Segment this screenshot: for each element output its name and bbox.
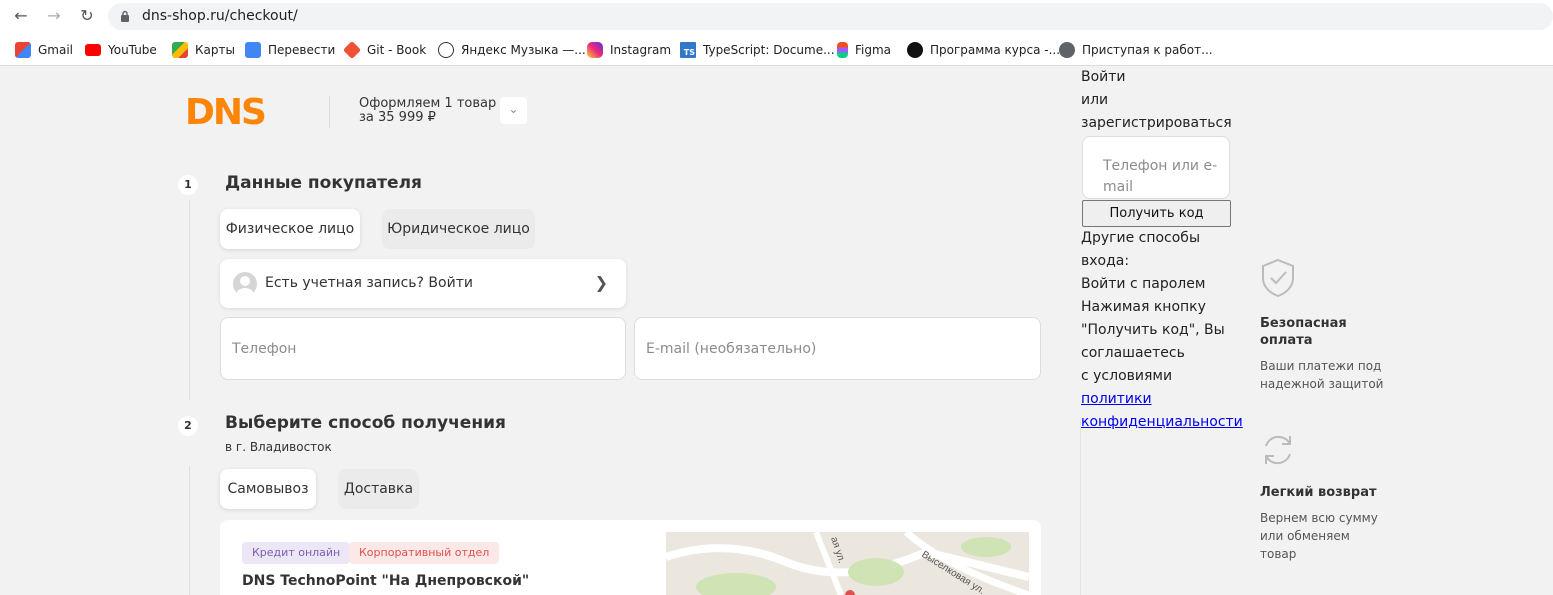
login-prompt: Есть учетная запись? Войти — [265, 275, 473, 291]
avatar — [233, 272, 257, 296]
auth-contact-input[interactable] — [1083, 137, 1229, 198]
tag-corporate: Корпоративный отдел — [349, 542, 500, 564]
email-field[interactable] — [634, 317, 1041, 380]
user-icon — [236, 276, 254, 296]
auth-login-text: Войти — [1081, 69, 1126, 85]
figma-icon — [837, 42, 848, 58]
step-number-1: 1 — [178, 175, 198, 195]
auth-or-text: или — [1081, 92, 1109, 108]
globe-icon — [1059, 42, 1075, 58]
course-icon — [907, 42, 923, 58]
chevron-down-icon: ⌄ — [508, 102, 519, 116]
email-input[interactable] — [635, 318, 1040, 379]
delivery-city: в г. Владивосток — [225, 440, 332, 454]
address-bar[interactable]: dns-shop.ru/checkout/ — [108, 3, 1553, 30]
tab-delivery[interactable]: Доставка — [338, 469, 419, 509]
gmail-icon — [15, 42, 31, 58]
bookmark-git-book[interactable]: Git - Book — [342, 40, 426, 60]
privacy-policy-link-2[interactable]: конфиденциальности — [1081, 414, 1243, 430]
auth-contact-field[interactable] — [1082, 136, 1230, 199]
bookmark-course[interactable]: Программа курса -... — [907, 41, 1060, 59]
back-icon[interactable]: ← — [11, 6, 31, 26]
consent-text-4: с условиями — [1081, 368, 1173, 384]
store-name: DNS TechnoPoint "На Днепровской" — [242, 573, 530, 589]
tab-individual[interactable]: Физическое лицо — [220, 209, 360, 249]
bookmark-figma[interactable]: Figma — [834, 41, 891, 59]
bookmark-typescript[interactable]: TS TypeScript: Docume... — [680, 41, 835, 59]
other-methods-text-2: входа: — [1081, 253, 1130, 269]
tab-legal-entity[interactable]: Юридическое лицо — [382, 209, 535, 249]
instagram-icon — [587, 42, 603, 58]
bookmark-translate[interactable]: Перевести — [245, 41, 335, 59]
order-total: за 35 999 ₽ — [359, 110, 436, 125]
store-map[interactable]: Выселковая ул. ая ул. — [666, 532, 1029, 595]
bookmark-youtube[interactable]: YouTube — [85, 41, 157, 59]
shield-check-icon — [1262, 258, 1294, 298]
bookmark-yandex-music[interactable]: Яндекс Музыка —... — [438, 41, 586, 59]
sidebar-divider — [1080, 420, 1081, 595]
feature-title-2: оплата — [1260, 333, 1313, 348]
step-number-2: 2 — [178, 416, 198, 436]
phone-input[interactable] — [221, 318, 625, 379]
youtube-icon — [85, 44, 101, 56]
feature-text: Ваши платежи под — [1260, 359, 1382, 373]
feature-text-2: надежной защитой — [1260, 377, 1384, 391]
git-icon — [342, 40, 362, 60]
store-card[interactable]: Кредит онлайн Корпоративный отдел DNS Te… — [220, 520, 1041, 595]
buyer-details-title: Данные покупателя — [225, 173, 422, 193]
password-login-link[interactable]: Войти с паролем — [1081, 273, 1205, 296]
translate-icon — [245, 42, 261, 58]
consent-text-2: "Получить код", Вы — [1081, 322, 1225, 338]
step-connector — [189, 200, 190, 400]
feature-title: Легкий возврат — [1260, 485, 1377, 500]
forward-icon[interactable]: → — [44, 6, 64, 26]
order-count: Оформляем 1 товар — [359, 96, 497, 111]
privacy-policy-link[interactable]: политики — [1081, 391, 1152, 407]
maps-icon — [172, 42, 188, 58]
order-expand-button[interactable]: ⌄ — [500, 97, 527, 124]
yandex-music-icon — [438, 42, 454, 58]
other-methods-text: Другие способы — [1081, 230, 1200, 246]
tab-pickup[interactable]: Самовывоз — [220, 469, 316, 509]
consent-text-1: Нажимая кнопку — [1081, 299, 1206, 315]
bookmarks-bar: Gmail YouTube Карты Перевести Git - Book… — [0, 33, 1553, 66]
dns-logo[interactable]: DNS — [185, 95, 267, 131]
bookmark-gmail[interactable]: Gmail — [15, 41, 73, 59]
order-summary: Оформляем 1 товар за 35 999 ₽ — [359, 97, 496, 125]
chevron-right-icon: ❯ — [594, 273, 608, 292]
bookmark-maps[interactable]: Карты — [172, 41, 235, 59]
map-graphic: Выселковая ул. ая ул. — [666, 532, 1029, 595]
refresh-icon — [1265, 435, 1291, 465]
browser-toolbar: ← → ↻ dns-shop.ru/checkout/ — [0, 0, 1553, 33]
reload-icon[interactable]: ↻ — [77, 6, 97, 26]
get-code-button[interactable]: Получить код — [1082, 200, 1231, 227]
lock-icon — [121, 10, 129, 22]
account-login-card[interactable]: Есть учетная запись? Войти ❯ — [220, 259, 626, 308]
feature-easy-return: Легкий возврат Вернем всю сумму или обме… — [1260, 430, 1378, 563]
phone-field[interactable] — [220, 317, 626, 380]
auth-register-text: зарегистрироваться — [1081, 115, 1232, 131]
consent-text-3: соглашаетесь — [1081, 345, 1185, 361]
feature-text: Вернем всю сумму — [1260, 511, 1378, 525]
step-connector — [189, 466, 190, 595]
feature-title: Безопасная — [1260, 316, 1347, 331]
typescript-icon: TS — [680, 42, 696, 58]
tag-credit: Кредит онлайн — [242, 542, 351, 564]
bookmark-instagram[interactable]: Instagram — [587, 41, 671, 59]
header-divider — [329, 96, 330, 128]
delivery-method-title: Выберите способ получения — [225, 413, 506, 433]
feature-text-2: или обменяем — [1260, 529, 1350, 543]
feature-secure-payment: Безопасная оплата Ваши платежи под надеж… — [1260, 258, 1383, 393]
bookmark-getting-started[interactable]: Приступая к работ... — [1059, 41, 1213, 59]
feature-text-3: товар — [1260, 547, 1297, 561]
url-text: dns-shop.ru/checkout/ — [142, 8, 298, 24]
